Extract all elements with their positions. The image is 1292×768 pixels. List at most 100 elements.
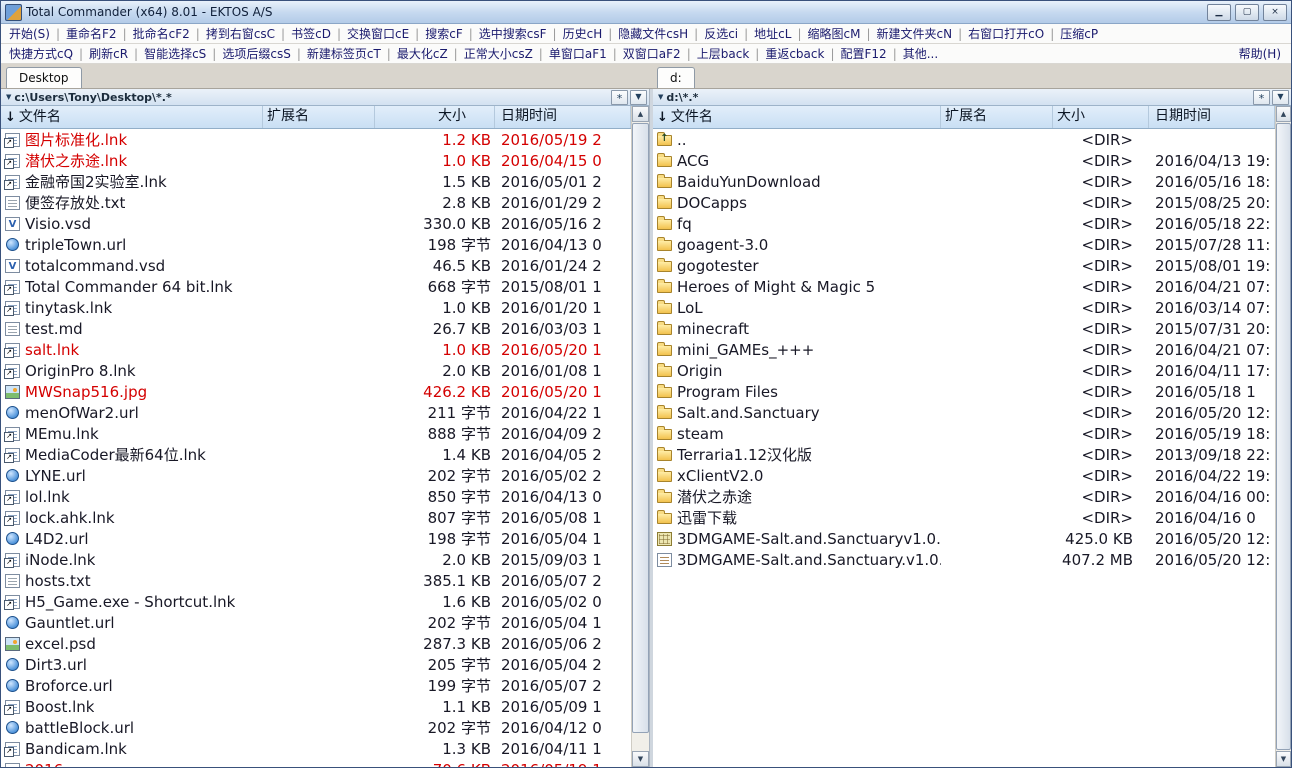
- minimize-button[interactable]: ▁: [1207, 3, 1231, 21]
- file-row[interactable]: OriginPro 8.lnk 2.0 KB 2016/01/08 1: [1, 360, 631, 381]
- file-row[interactable]: mini_GAMEs_+++ <DIR> 2016/04/21 07:: [653, 339, 1275, 360]
- menu-item[interactable]: 压缩cP: [1058, 25, 1100, 42]
- header-ext[interactable]: 扩展名: [263, 106, 375, 128]
- file-row[interactable]: tinytask.lnk 1.0 KB 2016/01/20 1: [1, 297, 631, 318]
- menu-item[interactable]: 选中搜索csF: [477, 25, 549, 42]
- file-row[interactable]: ACG <DIR> 2016/04/13 19:: [653, 150, 1275, 171]
- file-row[interactable]: LYNE.url 202 字节 2016/05/02 2: [1, 465, 631, 486]
- file-row[interactable]: minecraft <DIR> 2015/07/31 20:: [653, 318, 1275, 339]
- history-dropdown-button[interactable]: ▼: [630, 89, 647, 105]
- header-name[interactable]: ↓ 文件名: [1, 106, 263, 128]
- file-row[interactable]: 2016... 70.6 KB2016/05/19 1: [1, 759, 631, 767]
- file-row[interactable]: L4D2.url 198 字节 2016/05/04 1: [1, 528, 631, 549]
- file-row[interactable]: 潜伏之赤途.lnk 1.0 KB 2016/04/15 0: [1, 150, 631, 171]
- menu-item[interactable]: 隐藏文件csH: [616, 25, 690, 42]
- menu-item[interactable]: 双窗口aF2: [621, 45, 683, 62]
- file-row[interactable]: totalcommand.vsd 46.5 KB 2016/01/24 2: [1, 255, 631, 276]
- scroll-up-icon[interactable]: ▲: [1276, 106, 1291, 122]
- menu-item[interactable]: 正常大小csZ: [462, 45, 535, 62]
- left-scrollbar[interactable]: ▲ ▼: [631, 106, 649, 767]
- file-row[interactable]: Terraria1.12汉化版 <DIR> 2013/09/18 22:: [653, 444, 1275, 465]
- file-row[interactable]: 3DMGAME-Salt.and.Sanctuaryv1.0.0.3... 425…: [653, 528, 1275, 549]
- menu-item[interactable]: 快捷方式cQ: [7, 45, 75, 62]
- file-row[interactable]: Heroes of Might & Magic 5 <DIR> 2016/04/21…: [653, 276, 1275, 297]
- menu-item[interactable]: 智能选择cS: [142, 45, 208, 62]
- file-row[interactable]: 金融帝国2实验室.lnk 1.5 KB 2016/05/01 2: [1, 171, 631, 192]
- file-row[interactable]: iNode.lnk 2.0 KB 2015/09/03 1: [1, 549, 631, 570]
- menu-item[interactable]: 书签cD: [289, 25, 333, 42]
- menu-item[interactable]: 反选ci: [702, 25, 740, 42]
- menu-item[interactable]: 开始(S): [7, 25, 52, 42]
- header-name[interactable]: ↓ 文件名: [653, 106, 941, 128]
- file-row[interactable]: BaiduYunDownload <DIR> 2016/05/16 18:: [653, 171, 1275, 192]
- menu-item-help[interactable]: 帮助(H): [1237, 45, 1285, 62]
- file-row[interactable]: test.md 26.7 KB 2016/03/03 1: [1, 318, 631, 339]
- file-row[interactable]: Visio.vsd 330.0 KB 2016/05/16 2: [1, 213, 631, 234]
- file-row[interactable]: lol.lnk 850 字节 2016/04/13 0: [1, 486, 631, 507]
- history-dropdown-button[interactable]: ▼: [1272, 89, 1289, 105]
- file-row[interactable]: Dirt3.url 205 字节 2016/05/04 2: [1, 654, 631, 675]
- tab-drive-d[interactable]: d:: [657, 67, 695, 88]
- menu-item[interactable]: 搜索cF: [423, 25, 465, 42]
- file-row[interactable]: gogotester <DIR> 2015/08/01 19:: [653, 255, 1275, 276]
- menu-item[interactable]: 地址cL: [752, 25, 793, 42]
- left-path-bar[interactable]: ▼ c:\Users\Tony\Desktop\*.* * ▼: [1, 89, 649, 106]
- file-row[interactable]: xClientV2.0 <DIR> 2016/04/22 19:: [653, 465, 1275, 486]
- scroll-down-icon[interactable]: ▼: [1276, 751, 1291, 767]
- menu-item[interactable]: 刷新cR: [87, 45, 130, 62]
- menu-item[interactable]: 选项后缀csS: [220, 45, 292, 62]
- right-path-bar[interactable]: ▼ d:\*.* * ▼: [653, 89, 1291, 106]
- file-row[interactable]: menOfWar2.url 211 字节 2016/04/22 1: [1, 402, 631, 423]
- star-button[interactable]: *: [611, 89, 628, 105]
- maximize-button[interactable]: ▢: [1235, 3, 1259, 21]
- file-row[interactable]: Origin <DIR> 2016/04/11 17:: [653, 360, 1275, 381]
- file-row[interactable]: H5_Game.exe - Shortcut.lnk 1.6 KB 2016/05/…: [1, 591, 631, 612]
- tab-desktop[interactable]: Desktop: [6, 67, 82, 88]
- menu-item[interactable]: 新建标签页cT: [305, 45, 383, 62]
- scroll-down-icon[interactable]: ▼: [632, 751, 649, 767]
- file-row[interactable]: MediaCoder最新64位.lnk 1.4 KB 2016/04/05 2: [1, 444, 631, 465]
- menu-item[interactable]: 重命名F2: [64, 25, 119, 42]
- file-row[interactable]: 迅雷下载 <DIR> 2016/04/16 0: [653, 507, 1275, 528]
- file-row[interactable]: hosts.txt 385.1 KB 2016/05/07 2: [1, 570, 631, 591]
- file-row[interactable]: excel.psd 287.3 KB 2016/05/06 2: [1, 633, 631, 654]
- file-row[interactable]: steam <DIR> 2016/05/19 18:: [653, 423, 1275, 444]
- menu-item[interactable]: 配置F12: [839, 45, 889, 62]
- file-row[interactable]: Bandicam.lnk 1.3 KB 2016/04/11 1: [1, 738, 631, 759]
- scroll-up-icon[interactable]: ▲: [632, 106, 649, 122]
- file-row[interactable]: lock.ahk.lnk 807 字节 2016/05/08 1: [1, 507, 631, 528]
- file-row[interactable]: 3DMGAME-Salt.and.Sanctuary.v1.0.0.3.. 407…: [653, 549, 1275, 570]
- menu-item[interactable]: 右窗口打开cO: [966, 25, 1046, 42]
- menu-item[interactable]: 上层back: [695, 45, 752, 62]
- menu-item[interactable]: 历史cH: [561, 25, 605, 42]
- file-row[interactable]: DOCapps <DIR> 2015/08/25 20:: [653, 192, 1275, 213]
- menu-item[interactable]: 最大化cZ: [395, 45, 450, 62]
- header-size[interactable]: 大小: [375, 106, 495, 128]
- file-row[interactable]: salt.lnk 1.0 KB 2016/05/20 1: [1, 339, 631, 360]
- file-row[interactable]: Broforce.url 199 字节 2016/05/07 2: [1, 675, 631, 696]
- menu-item[interactable]: 重返cback: [763, 45, 826, 62]
- file-row[interactable]: MEmu.lnk 888 字节 2016/04/09 2: [1, 423, 631, 444]
- star-button[interactable]: *: [1253, 89, 1270, 105]
- header-ext[interactable]: 扩展名: [941, 106, 1053, 128]
- close-button[interactable]: ×: [1263, 3, 1287, 21]
- file-row[interactable]: .. <DIR>: [653, 129, 1275, 150]
- file-row[interactable]: Total Commander 64 bit.lnk 668 字节 2015/08/…: [1, 276, 631, 297]
- file-row[interactable]: Program Files <DIR> 2016/05/18 1: [653, 381, 1275, 402]
- file-row[interactable]: Gauntlet.url 202 字节 2016/05/04 1: [1, 612, 631, 633]
- menu-item[interactable]: 单窗口aF1: [547, 45, 609, 62]
- file-row[interactable]: 便签存放处.txt 2.8 KB 2016/01/29 2: [1, 192, 631, 213]
- menu-item[interactable]: 交换窗口cE: [345, 25, 411, 42]
- scrollbar-thumb[interactable]: [632, 123, 649, 733]
- header-date[interactable]: 日期时间: [1149, 106, 1275, 128]
- menu-item[interactable]: 批命名cF2: [131, 25, 192, 42]
- file-row[interactable]: battleBlock.url 202 字节 2016/04/12 0: [1, 717, 631, 738]
- file-row[interactable]: Boost.lnk 1.1 KB 2016/05/09 1: [1, 696, 631, 717]
- file-row[interactable]: Salt.and.Sanctuary <DIR> 2016/05/20 12:: [653, 402, 1275, 423]
- scrollbar-thumb[interactable]: [1276, 123, 1291, 750]
- menu-item[interactable]: 拷到右窗csC: [204, 25, 277, 42]
- header-date[interactable]: 日期时间: [495, 106, 631, 128]
- file-row[interactable]: goagent-3.0 <DIR> 2015/07/28 11:: [653, 234, 1275, 255]
- header-size[interactable]: 大小: [1053, 106, 1149, 128]
- file-row[interactable]: tripleTown.url 198 字节 2016/04/13 0: [1, 234, 631, 255]
